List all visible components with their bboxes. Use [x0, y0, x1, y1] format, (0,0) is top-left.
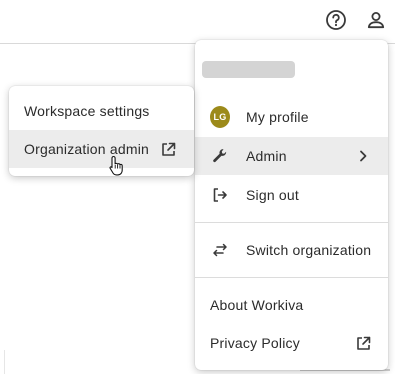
wrench-icon — [210, 146, 230, 166]
avatar: LG — [210, 106, 230, 128]
menu-item-admin[interactable]: Admin — [195, 137, 388, 175]
menu-item-label: About Workiva — [210, 297, 304, 313]
help-icon[interactable] — [324, 8, 348, 32]
chevron-right-icon — [354, 147, 372, 165]
menu-item-label: Sign out — [246, 187, 299, 203]
background-divider — [4, 350, 5, 374]
menu-item-privacy-policy[interactable]: Privacy Policy — [195, 324, 388, 362]
user-icon[interactable] — [364, 8, 388, 32]
external-link-icon — [354, 334, 372, 352]
submenu-item-label: Workspace settings — [24, 103, 150, 119]
menu-item-label: Switch organization — [246, 242, 372, 258]
menu-item-label: Admin — [246, 148, 287, 164]
submenu-item-organization-admin[interactable]: Organization admin — [9, 130, 194, 168]
menu-item-label: My profile — [246, 109, 309, 125]
submenu-item-label: Organization admin — [24, 141, 149, 157]
menu-divider — [195, 277, 388, 278]
menu-item-label: Privacy Policy — [210, 335, 300, 351]
avatar-initials: LG — [210, 106, 230, 128]
menu-divider — [195, 222, 388, 223]
menu-item-switch-organization[interactable]: Switch organization — [195, 231, 388, 269]
menu-item-about-workiva[interactable]: About Workiva — [195, 286, 388, 324]
menu-item-sign-out[interactable]: Sign out — [195, 176, 388, 214]
menu-item-my-profile[interactable]: LG My profile — [195, 98, 388, 136]
admin-submenu: Workspace settings Organization admin — [9, 86, 194, 176]
submenu-item-workspace-settings[interactable]: Workspace settings — [9, 92, 194, 130]
sign-out-icon — [210, 185, 230, 205]
account-menu: LG My profile Admin Sign out Switch orga… — [195, 40, 388, 370]
top-app-bar — [0, 0, 395, 44]
swap-arrows-icon — [210, 240, 230, 260]
user-name-placeholder — [202, 61, 295, 78]
external-link-icon — [159, 140, 177, 158]
